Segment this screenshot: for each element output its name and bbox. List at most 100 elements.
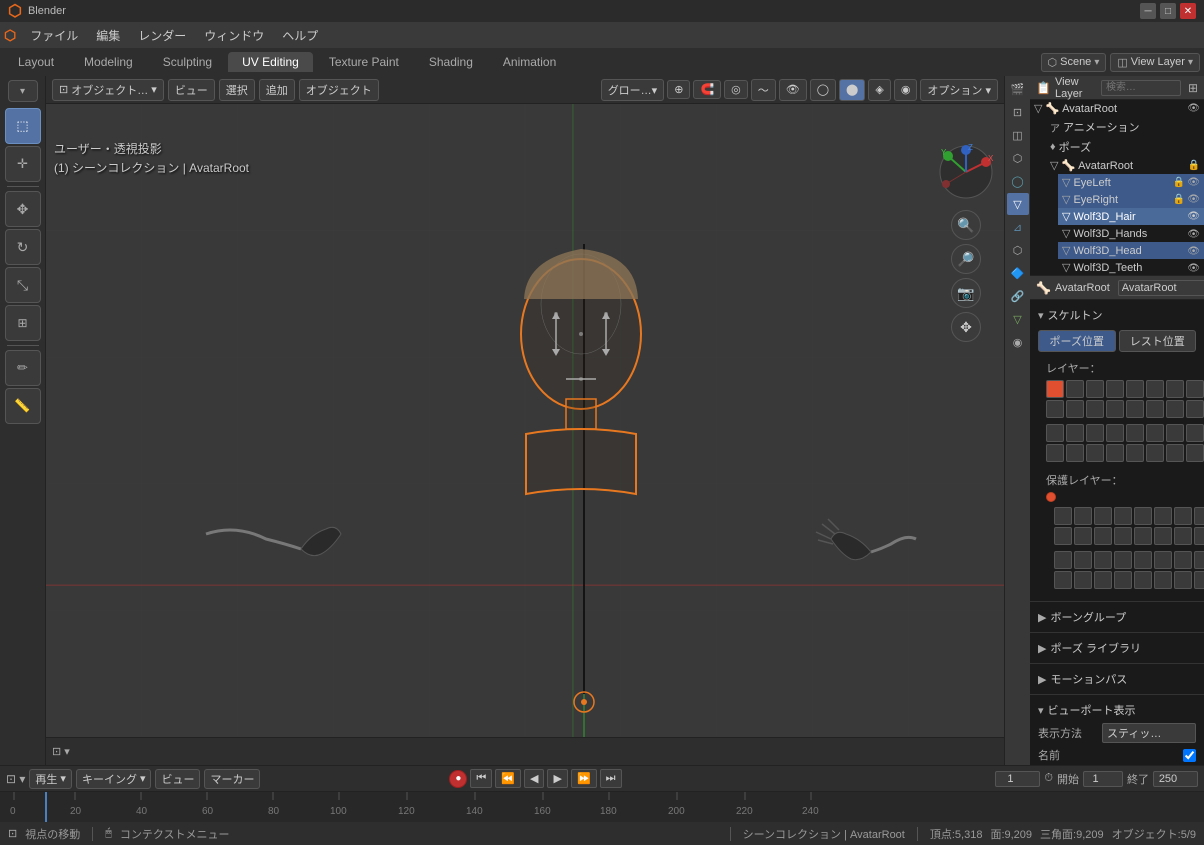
next-keyframe-btn[interactable]: ⏩ <box>571 769 597 788</box>
outliner-item-eyeright[interactable]: ▽ EyeRight 🔒 👁 <box>1058 191 1204 208</box>
tab-modeling[interactable]: Modeling <box>70 52 147 72</box>
protect-cell-16[interactable] <box>1194 527 1204 545</box>
layer-cell-11[interactable] <box>1086 400 1104 418</box>
protect-cell-8[interactable] <box>1194 507 1204 525</box>
protect-cell-4[interactable] <box>1114 507 1132 525</box>
end-frame-input[interactable] <box>1153 771 1198 787</box>
prop-object-name-input[interactable] <box>1118 280 1204 296</box>
curve-btn[interactable]: ～ <box>751 79 776 101</box>
layer-cell-28[interactable] <box>1106 444 1124 462</box>
protect-cell-29[interactable] <box>1134 571 1152 589</box>
current-frame-input[interactable] <box>995 771 1040 787</box>
rotate-tool[interactable]: ↻ <box>5 229 41 265</box>
outliner-item-eyeleft[interactable]: ▽ EyeLeft 🔒 👁 <box>1058 174 1204 191</box>
protect-cell-18[interactable] <box>1074 551 1092 569</box>
tab-uv-editing[interactable]: UV Editing <box>228 52 313 72</box>
layer-cell-19[interactable] <box>1086 424 1104 442</box>
layer-cell-2[interactable] <box>1066 380 1084 398</box>
snap-btn[interactable]: 🧲 <box>693 80 721 99</box>
show-name-checkbox[interactable] <box>1183 749 1196 762</box>
modifier-props-icon[interactable]: ⊿ <box>1007 216 1029 238</box>
proportional-btn[interactable]: ◎ <box>724 80 748 99</box>
layer-cell-17[interactable] <box>1046 424 1064 442</box>
jump-start-btn[interactable]: ⏮ <box>470 769 492 788</box>
outliner-search[interactable] <box>1101 80 1181 96</box>
protect-cell-12[interactable] <box>1114 527 1132 545</box>
layer-cell-26[interactable] <box>1066 444 1084 462</box>
layer-cell-32[interactable] <box>1186 444 1204 462</box>
pose-library-header[interactable]: ▶ ポーズ ライブラリ <box>1030 637 1204 659</box>
protect-cell-17[interactable] <box>1054 551 1072 569</box>
pivot-btn[interactable]: ⊕ <box>667 80 690 99</box>
add-menu-btn[interactable]: 追加 <box>259 79 295 101</box>
layer-cell-14[interactable] <box>1146 400 1164 418</box>
camera-view-btn[interactable]: 📷 <box>951 278 981 308</box>
layer-cell-6[interactable] <box>1146 380 1164 398</box>
material-preview-btn[interactable]: ◈ <box>868 79 890 101</box>
display-method-dropdown[interactable]: スティッ… <box>1102 723 1196 743</box>
eyeleft-vis-icon[interactable]: 👁 <box>1187 177 1200 188</box>
hair-vis-icon[interactable]: 👁 <box>1187 211 1200 222</box>
view-layer-dropdown-icon[interactable]: ▾ <box>1188 57 1193 68</box>
layer-cell-9[interactable] <box>1046 400 1064 418</box>
outliner-item-avatarroot-top[interactable]: ▽ 🦴 AvatarRoot 👁 <box>1030 100 1204 117</box>
object-menu-btn[interactable]: オブジェクト <box>299 79 379 101</box>
render-props-icon[interactable]: 🎬 <box>1007 78 1029 100</box>
protect-cell-27[interactable] <box>1094 571 1112 589</box>
outliner-item-pose[interactable]: ♦ ポーズ <box>1046 137 1204 157</box>
protect-cell-2[interactable] <box>1074 507 1092 525</box>
bone-groups-header[interactable]: ▶ ボーングループ <box>1030 606 1204 628</box>
world-props-icon[interactable]: ◯ <box>1007 170 1029 192</box>
outliner-item-animation[interactable]: ア アニメーション <box>1046 117 1204 137</box>
viewport-display-header[interactable]: ▾ ビューポート表示 <box>1030 699 1204 721</box>
layer-cell-29[interactable] <box>1126 444 1144 462</box>
layer-cell-31[interactable] <box>1166 444 1184 462</box>
protect-cell-11[interactable] <box>1094 527 1112 545</box>
protect-cell-28[interactable] <box>1114 571 1132 589</box>
protect-cell-15[interactable] <box>1174 527 1192 545</box>
layer-cell-5[interactable] <box>1126 380 1144 398</box>
eyeleft-lock-icon[interactable]: 🔒 <box>1173 177 1185 188</box>
measure-tool[interactable]: 📏 <box>5 388 41 424</box>
outliner-item-wolf3d-teeth[interactable]: ▽ Wolf3D_Teeth 👁 <box>1058 259 1204 275</box>
rest-position-btn[interactable]: レスト位置 <box>1119 330 1197 352</box>
solid-shading-btn[interactable]: ⬤ <box>839 79 865 101</box>
select-menu-btn[interactable]: 選択 <box>219 79 255 101</box>
prev-keyframe-btn[interactable]: ⏪ <box>495 769 521 788</box>
protect-cell-24[interactable] <box>1194 551 1204 569</box>
particles-props-icon[interactable]: ⬡ <box>1007 239 1029 261</box>
layer-cell-7[interactable] <box>1166 380 1184 398</box>
menu-file[interactable]: ファイル <box>22 25 86 46</box>
scene-area[interactable]: ユーザー・透視投影 (1) シーンコレクション | AvatarRoot X <box>46 104 1004 737</box>
layer-cell-30[interactable] <box>1146 444 1164 462</box>
viewport-mode-dropdown[interactable]: ⊡ オブジェクト… ▾ <box>52 79 164 101</box>
layer-cell-1[interactable] <box>1046 380 1064 398</box>
eyeright-vis-icon[interactable]: 👁 <box>1187 194 1200 205</box>
viewport-overlay-btn[interactable]: 👁 <box>779 79 807 101</box>
output-props-icon[interactable]: ⊡ <box>1007 101 1029 123</box>
protect-cell-26[interactable] <box>1074 571 1092 589</box>
layer-cell-23[interactable] <box>1166 424 1184 442</box>
layer-cell-21[interactable] <box>1126 424 1144 442</box>
material-props-icon[interactable]: ◉ <box>1007 331 1029 353</box>
protect-cell-19[interactable] <box>1094 551 1112 569</box>
keying-dropdown[interactable]: キーイング ▾ <box>76 769 152 789</box>
viewport-3d[interactable]: ⊡ オブジェクト… ▾ ビュー 選択 追加 オブジェクト グロー…▾ ⊕ 🧲 ◎… <box>46 76 1004 765</box>
global-local-btn[interactable]: グロー…▾ <box>601 79 665 101</box>
physics-props-icon[interactable]: 🔷 <box>1007 262 1029 284</box>
mode-select-btn[interactable]: ▾ <box>8 80 38 102</box>
playback-dropdown[interactable]: 再生 ▾ <box>29 769 72 789</box>
protect-cell-21[interactable] <box>1134 551 1152 569</box>
outliner-item-avatarroot-child[interactable]: ▽ 🦴 AvatarRoot 🔒 <box>1046 157 1204 174</box>
options-btn[interactable]: オプション ▾ <box>920 79 998 101</box>
tab-animation[interactable]: Animation <box>489 52 570 72</box>
layer-cell-10[interactable] <box>1066 400 1084 418</box>
view-layer-props-icon[interactable]: ◫ <box>1007 124 1029 146</box>
layer-cell-16[interactable] <box>1186 400 1204 418</box>
eyeright-lock-icon[interactable]: 🔒 <box>1173 194 1185 205</box>
protect-cell-23[interactable] <box>1174 551 1192 569</box>
annotate-tool[interactable]: ✏ <box>5 350 41 386</box>
filter-icon[interactable]: ⊞ <box>1188 81 1198 95</box>
skeleton-section-header[interactable]: ▾ スケルトン <box>1030 304 1204 326</box>
pose-position-btn[interactable]: ポーズ位置 <box>1038 330 1116 352</box>
